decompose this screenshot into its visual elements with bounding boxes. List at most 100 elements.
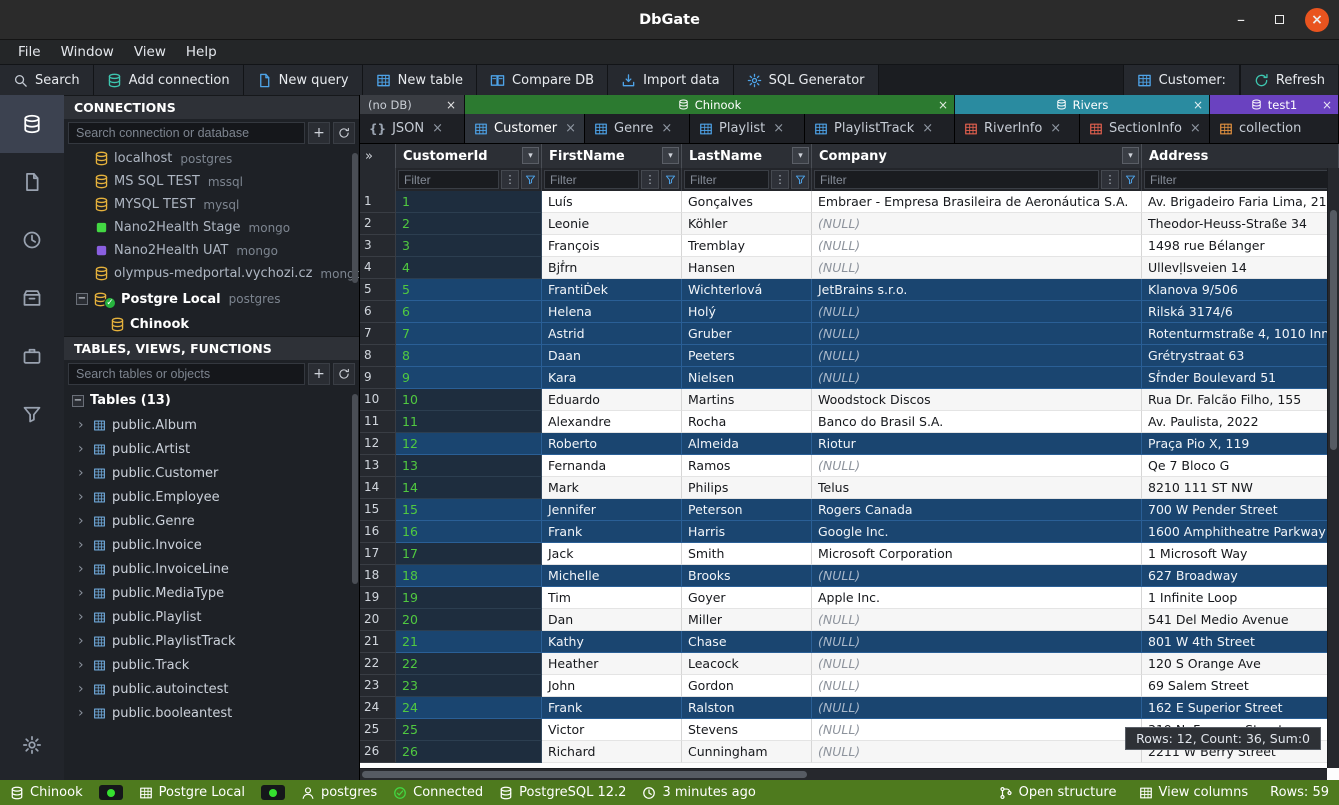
cell-firstname[interactable]: Luís [542,191,682,213]
cell-company[interactable]: (NULL) [812,455,1142,477]
cell-company[interactable]: Riotur [812,433,1142,455]
compare-db-button[interactable]: Compare DB [477,65,608,95]
row-number[interactable]: 20 [360,609,396,631]
filter-funnel-button[interactable] [1121,170,1139,189]
tab-genre[interactable]: Genre× [585,114,690,143]
cell-company[interactable]: Banco do Brasil S.A. [812,411,1142,433]
cell-address[interactable]: Theodor-Heuss-Straße 34 [1142,213,1339,235]
row-number[interactable]: 15 [360,499,396,521]
row-number[interactable]: 3 [360,235,396,257]
cell-lastname[interactable]: Köhler [682,213,812,235]
filter-input-customerid[interactable] [398,170,499,189]
cell-customerid[interactable]: 1 [396,191,542,213]
cell-lastname[interactable]: Harris [682,521,812,543]
close-icon[interactable]: × [922,121,933,136]
cell-firstname[interactable]: FrantiḊek [542,279,682,301]
cell-company[interactable]: Google Inc. [812,521,1142,543]
cell-firstname[interactable]: John [542,675,682,697]
table-item-public-track[interactable]: ›public.Track [64,653,359,677]
row-number[interactable]: 9 [360,367,396,389]
status-open-structure[interactable]: Open structure [999,785,1117,800]
vertical-scrollbar[interactable] [1327,168,1339,768]
tab-riverinfo[interactable]: RiverInfo× [955,114,1080,143]
row-number[interactable]: 24 [360,697,396,719]
cell-customerid[interactable]: 12 [396,433,542,455]
cell-firstname[interactable]: Frank [542,521,682,543]
cell-address[interactable]: 8210 111 ST NW [1142,477,1339,499]
table-item-public-album[interactable]: ›public.Album [64,413,359,437]
row-number[interactable]: 1 [360,191,396,213]
cell-address[interactable]: Rua Dr. Falcão Filho, 155 [1142,389,1339,411]
cell-lastname[interactable]: Miller [682,609,812,631]
cell-firstname[interactable]: Kathy [542,631,682,653]
menu-window[interactable]: Window [51,41,124,63]
cell-lastname[interactable]: Wichterlová [682,279,812,301]
menu-view[interactable]: View [124,41,176,63]
cell-customerid[interactable]: 15 [396,499,542,521]
cell-company[interactable]: (NULL) [812,653,1142,675]
tables-search-input[interactable] [68,363,305,385]
cell-address[interactable]: Rotenturmstraße 4, 1010 Innere Stadt [1142,323,1339,345]
refresh-tables-button[interactable] [333,363,355,385]
cell-company[interactable]: Telus [812,477,1142,499]
filter-menu-button[interactable]: ⋮ [501,170,519,189]
db-group-tab-rivers[interactable]: Rivers× [955,95,1210,114]
row-number[interactable]: 8 [360,345,396,367]
column-header-address[interactable]: Address [1142,144,1339,168]
tab-collection[interactable]: collection [1210,114,1339,143]
cell-firstname[interactable]: Jennifer [542,499,682,521]
menu-file[interactable]: File [8,41,51,63]
cell-lastname[interactable]: Peeters [682,345,812,367]
cell-firstname[interactable]: Tim [542,587,682,609]
cell-address[interactable]: Grétrystraat 63 [1142,345,1339,367]
row-number[interactable]: 13 [360,455,396,477]
cell-customerid[interactable]: 7 [396,323,542,345]
cell-customerid[interactable]: 10 [396,389,542,411]
filter-funnel-button[interactable] [791,170,809,189]
connections-search-input[interactable] [68,122,305,144]
cell-company[interactable]: (NULL) [812,367,1142,389]
cell-address[interactable]: 801 W 4th Street [1142,631,1339,653]
cell-lastname[interactable]: Hansen [682,257,812,279]
cell-address[interactable]: 1 Microsoft Way [1142,543,1339,565]
connection-item-localhost[interactable]: localhostpostgres [64,147,359,170]
table-item-public-booleantest[interactable]: ›public.booleantest [64,701,359,725]
cell-firstname[interactable]: Fernanda [542,455,682,477]
cell-customerid[interactable]: 13 [396,455,542,477]
cell-lastname[interactable]: Peterson [682,499,812,521]
row-number[interactable]: 25 [360,719,396,741]
cell-firstname[interactable]: Helena [542,301,682,323]
cell-firstname[interactable]: Leonie [542,213,682,235]
column-menu-button[interactable]: ▾ [522,147,539,164]
table-item-public-invoice[interactable]: ›public.Invoice [64,533,359,557]
add-connection-small-button[interactable]: + [308,122,330,144]
row-number[interactable]: 22 [360,653,396,675]
cell-lastname[interactable]: Gruber [682,323,812,345]
filter-funnel-button[interactable] [521,170,539,189]
collapse-toggle[interactable]: − [72,395,84,407]
cell-company[interactable]: Rogers Canada [812,499,1142,521]
cell-company[interactable]: JetBrains s.r.o. [812,279,1142,301]
grid-corner[interactable]: » [360,144,396,168]
cell-customerid[interactable]: 6 [396,301,542,323]
close-icon[interactable]: × [1190,121,1201,136]
cell-customerid[interactable]: 26 [396,741,542,763]
cell-firstname[interactable]: Astrid [542,323,682,345]
table-item-public-mediatype[interactable]: ›public.MediaType [64,581,359,605]
cell-customerid[interactable]: 3 [396,235,542,257]
close-icon[interactable]: × [432,121,443,136]
cell-lastname[interactable]: Holý [682,301,812,323]
table-item-public-autoinctest[interactable]: ›public.autoinctest [64,677,359,701]
cell-lastname[interactable]: Philips [682,477,812,499]
column-header-company[interactable]: Company▾ [812,144,1142,168]
filter-menu-button[interactable]: ⋮ [771,170,789,189]
cell-address[interactable]: 120 S Orange Ave [1142,653,1339,675]
cell-firstname[interactable]: Kara [542,367,682,389]
vertical-scrollbar-thumb[interactable] [1330,210,1337,450]
cell-firstname[interactable]: Heather [542,653,682,675]
cell-company[interactable]: (NULL) [812,323,1142,345]
row-number[interactable]: 23 [360,675,396,697]
minimize-button[interactable]: – [1229,8,1253,32]
cell-company[interactable]: (NULL) [812,565,1142,587]
cell-firstname[interactable]: Roberto [542,433,682,455]
